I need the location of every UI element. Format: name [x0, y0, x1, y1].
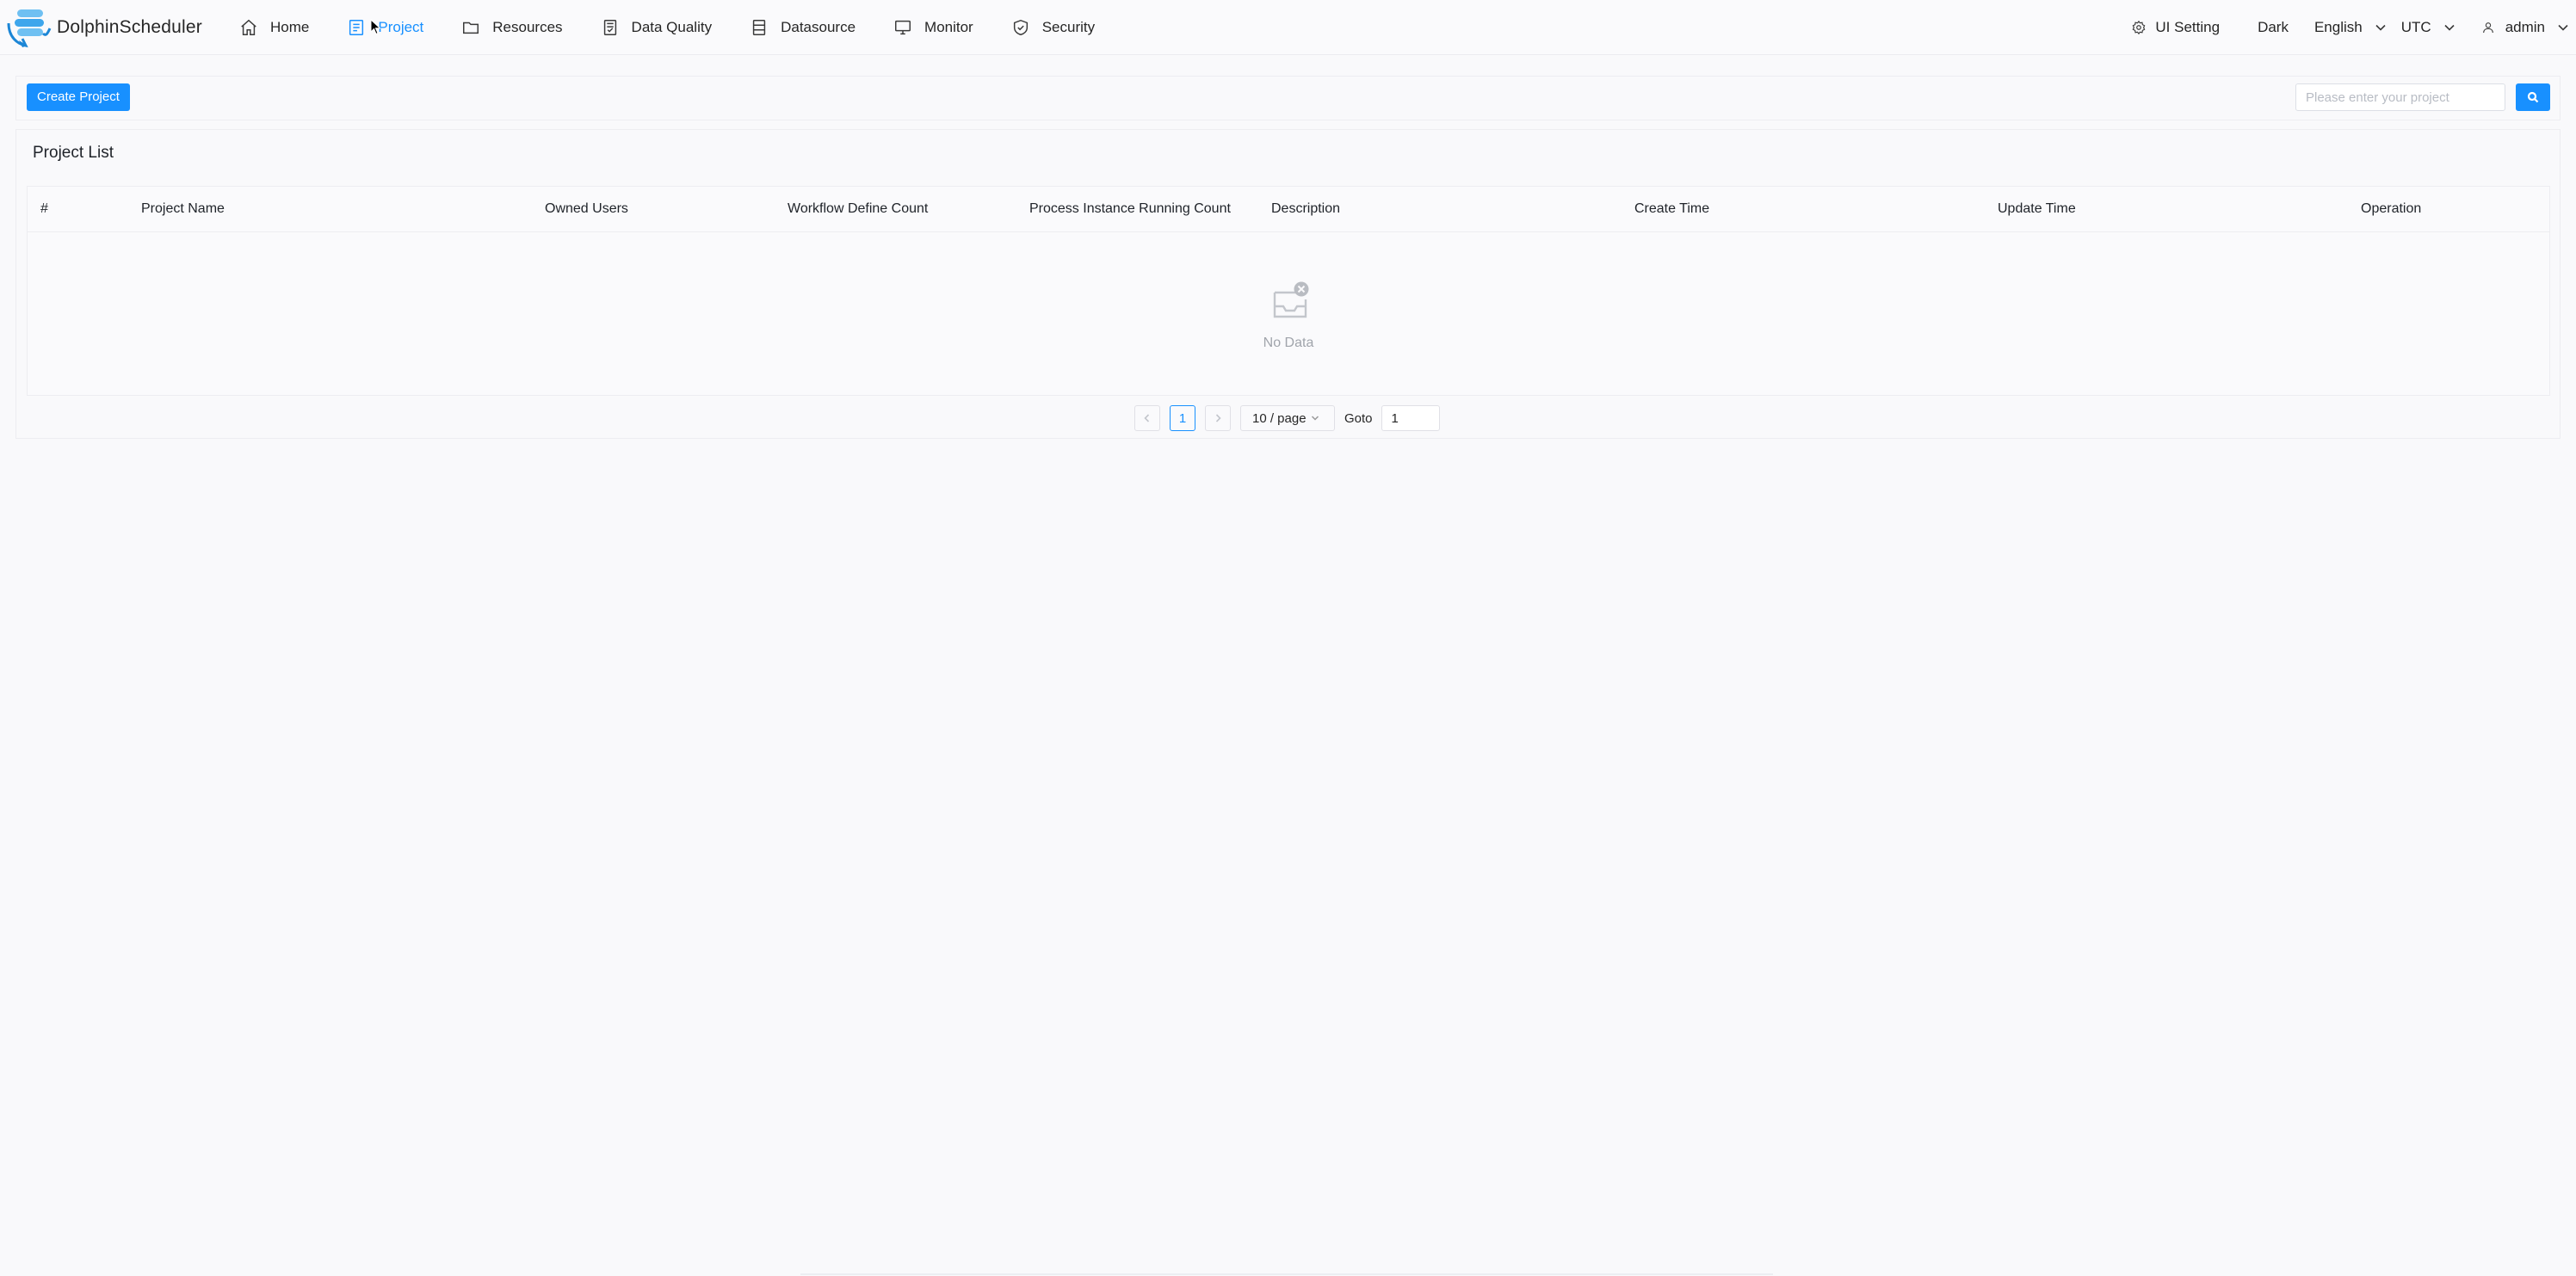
nav-item-home[interactable]: Home — [220, 0, 328, 55]
create-project-button[interactable]: Create Project — [27, 83, 130, 111]
top-navbar: DolphinScheduler Home Project Resources … — [0, 0, 2576, 55]
bottom-divider — [800, 1273, 1773, 1275]
project-search-input[interactable] — [2295, 83, 2505, 111]
chevron-down-icon — [2375, 24, 2386, 31]
monitor-icon — [895, 20, 911, 34]
nav-item-data-quality[interactable]: Data Quality — [582, 0, 732, 55]
nav-item-label: Datasource — [781, 18, 856, 35]
app-name: DolphinScheduler — [57, 16, 202, 37]
column-header-operation: Operation — [2361, 201, 2422, 216]
user-name: admin — [2505, 19, 2545, 35]
timezone-select[interactable]: UTC — [2401, 0, 2456, 55]
nav-item-label: Home — [270, 18, 310, 35]
column-header-update-time: Update Time — [1998, 201, 2076, 216]
empty-state: No Data — [28, 232, 2549, 396]
shield-icon — [1013, 19, 1028, 35]
chevron-left-icon — [1144, 414, 1150, 422]
nav-item-label: Security — [1041, 18, 1096, 35]
chevron-down-icon — [1311, 416, 1319, 421]
nav-item-label: Monitor — [924, 18, 973, 35]
table-header: # Project Name Owned Users Workflow Defi… — [28, 187, 2549, 232]
nav-item-label: Project — [378, 18, 424, 35]
home-icon — [241, 19, 256, 35]
dolphinscheduler-logo — [7, 9, 52, 47]
project-icon — [349, 19, 364, 35]
empty-state-text: No Data — [1263, 336, 1314, 350]
project-list-title: Project List — [33, 144, 114, 162]
ui-setting-button[interactable]: UI Setting — [2131, 0, 2220, 55]
page-size-select[interactable]: 10 / page — [1240, 405, 1335, 431]
nav-item-datasource[interactable]: Datasource — [731, 0, 874, 55]
folder-icon — [463, 22, 479, 34]
theme-toggle[interactable]: Dark — [2258, 0, 2289, 55]
user-menu[interactable]: admin — [2481, 0, 2569, 55]
column-header-create-time: Create Time — [1634, 201, 1710, 216]
column-header-project-name: Project Name — [141, 201, 225, 216]
header-tools: UI Setting Dark English UTC admin — [2131, 0, 2576, 55]
search-icon — [2527, 91, 2539, 103]
column-header-index: # — [40, 201, 48, 216]
chevron-down-icon — [2444, 24, 2455, 31]
data-quality-icon — [603, 19, 616, 35]
nav-item-resources[interactable]: Resources — [442, 0, 581, 55]
column-header-workflow-define-count: Workflow Define Count — [788, 201, 929, 216]
empty-inbox-icon — [1273, 281, 1309, 318]
prev-page-button[interactable] — [1134, 405, 1160, 431]
mouse-pointer-icon — [370, 19, 381, 35]
nav-item-project[interactable]: Project — [328, 0, 442, 55]
brand[interactable]: DolphinScheduler — [5, 6, 212, 49]
column-header-process-instance-running-count: Process Instance Running Count — [1029, 201, 1231, 216]
search-button[interactable] — [2516, 83, 2550, 111]
nav-item-monitor[interactable]: Monitor — [874, 0, 992, 55]
timezone-label: UTC — [2400, 19, 2431, 35]
datasource-icon — [752, 19, 766, 35]
page-size-label: 10 / page — [1252, 410, 1307, 426]
page-number-button[interactable]: 1 — [1170, 405, 1195, 431]
nav-item-label: Resources — [492, 18, 563, 35]
theme-label: Dark — [2258, 19, 2289, 35]
chevron-right-icon — [1215, 414, 1221, 422]
user-icon — [2482, 22, 2493, 34]
language-label: English — [2313, 19, 2363, 35]
pagination: 1 10 / page Goto — [1134, 404, 1440, 432]
goto-page-input[interactable] — [1381, 405, 1440, 431]
main-nav: Home Project Resources Data Quality Data… — [220, 0, 1114, 55]
language-select[interactable]: English — [2314, 0, 2387, 55]
project-list-card: Project List # Project Name Owned Users … — [15, 129, 2561, 439]
chevron-down-icon — [2558, 24, 2568, 31]
nav-item-label: Data Quality — [631, 18, 713, 35]
project-table: # Project Name Owned Users Workflow Defi… — [27, 186, 2550, 396]
nav-item-security[interactable]: Security — [992, 0, 1114, 55]
column-header-owned-users: Owned Users — [545, 201, 628, 216]
ui-setting-label: UI Setting — [2155, 19, 2221, 35]
goto-label: Goto — [1344, 410, 1373, 426]
project-toolbar: Create Project — [15, 76, 2561, 120]
gear-icon — [2133, 20, 2146, 35]
next-page-button[interactable] — [1205, 405, 1231, 431]
column-header-description: Description — [1271, 201, 1341, 216]
